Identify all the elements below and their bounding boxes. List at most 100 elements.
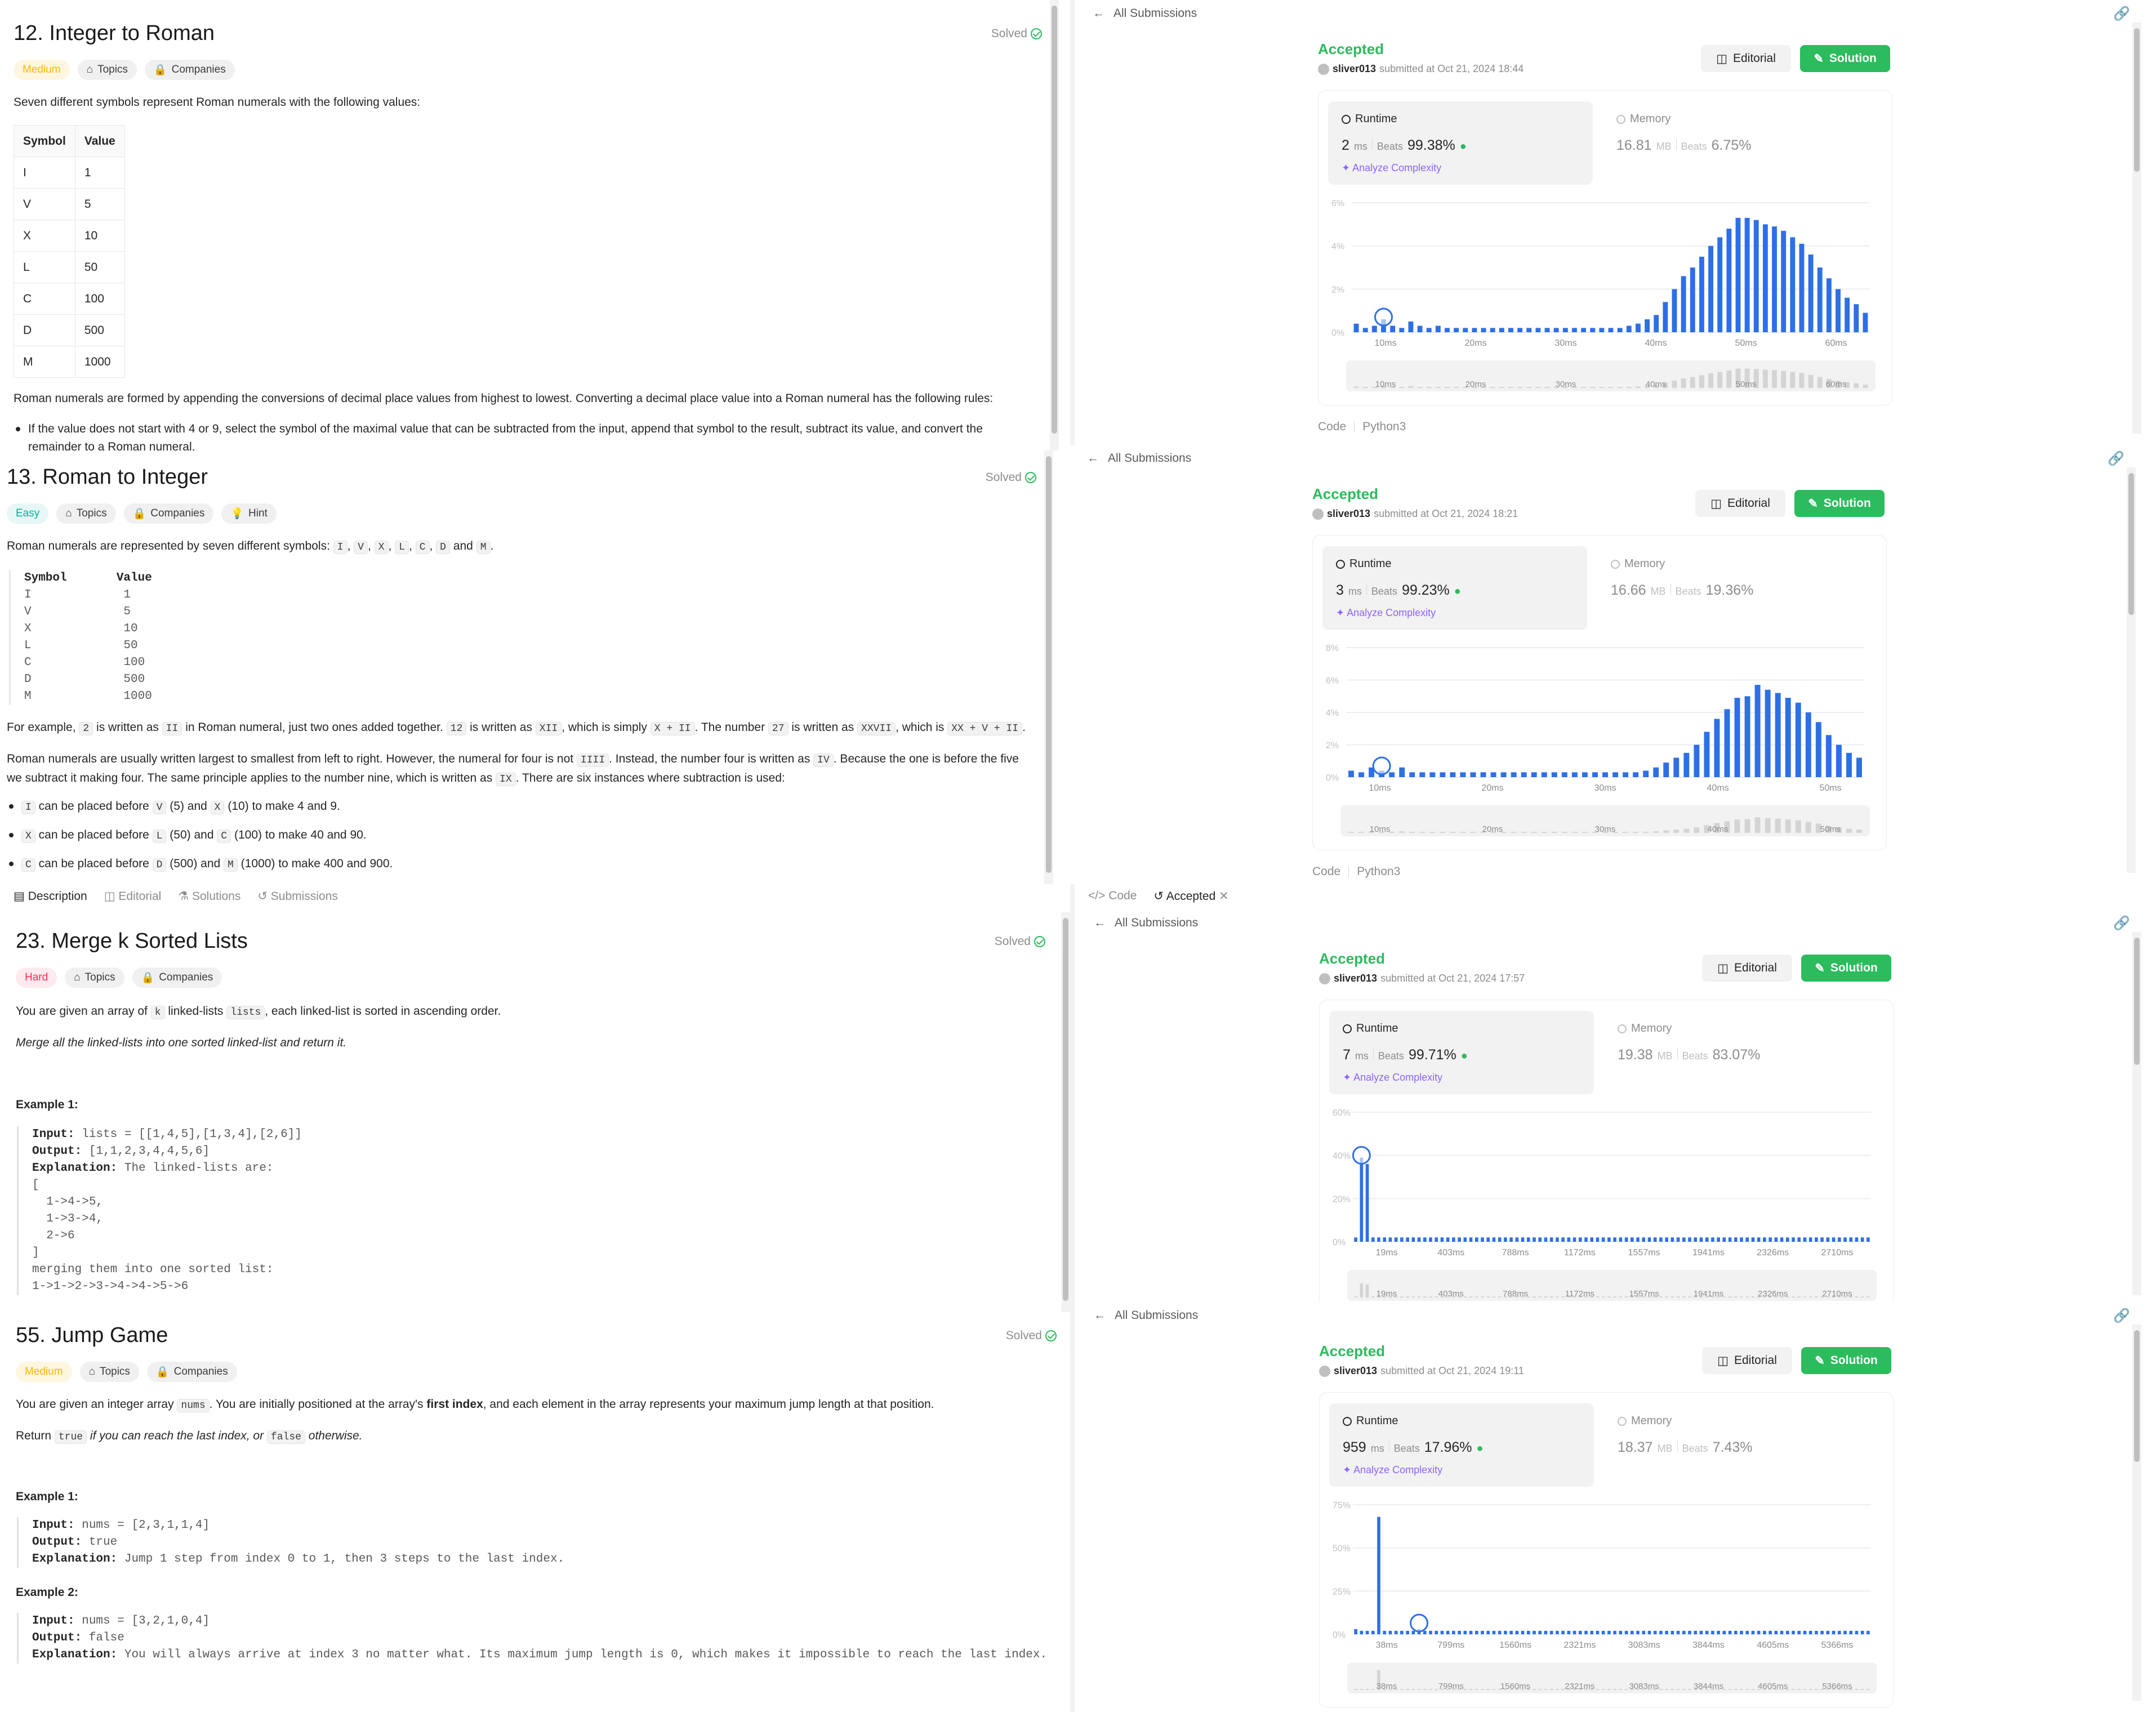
scrollbar[interactable] <box>2132 23 2141 434</box>
chart-bar <box>1808 255 1814 332</box>
chart-bar <box>1785 1630 1789 1634</box>
chart-bar <box>1498 1237 1502 1242</box>
chart-bar <box>1863 313 1868 332</box>
navigator-bar <box>1867 1689 1870 1690</box>
chart-bar <box>1642 1237 1646 1242</box>
link-icon[interactable]: 🔗 <box>2113 915 2130 931</box>
chart-bar <box>1825 735 1832 777</box>
scrollbar[interactable] <box>2132 1325 2141 1701</box>
memory-label[interactable]: Memory <box>1616 113 1671 126</box>
analyze-complexity-link[interactable]: ✦ Analyze Complexity <box>1342 162 1441 174</box>
navigator-bar <box>1751 1689 1755 1690</box>
close-icon[interactable]: ✕ <box>1219 890 1229 903</box>
companies-tag[interactable]: 🔒 Companies <box>132 968 222 988</box>
tab-editorial[interactable]: ◫ Editorial <box>104 889 162 903</box>
topics-tag[interactable]: ⌂ Topics <box>77 60 137 80</box>
chart-bar <box>1694 1630 1698 1634</box>
scrollbar[interactable] <box>2127 467 2136 873</box>
editorial-button[interactable]: ◫ Editorial <box>1702 1347 1792 1374</box>
scrollbar[interactable] <box>1050 0 1059 451</box>
runtime-distribution-chart[interactable]: 60% 40% 20% 0% 19ms 403ms 788ms 1172ms 1557ms 194… <box>1325 1101 1888 1304</box>
tab-accepted[interactable]: ↺ Accepted ✕ <box>1153 889 1228 903</box>
editorial-button[interactable]: ◫ Editorial <box>1695 490 1785 517</box>
chart-bar <box>1653 1630 1657 1634</box>
my-submission-marker <box>1352 1146 1371 1165</box>
chart-bar <box>1826 1237 1830 1242</box>
chart-bar <box>1797 1237 1801 1242</box>
chart-bar <box>1584 1237 1588 1242</box>
check-icon <box>1025 472 1036 483</box>
navigator-tick-label: 10ms <box>1370 824 1391 834</box>
scrollbar[interactable] <box>1044 451 1053 884</box>
topics-tag[interactable]: ⌂ Topics <box>65 968 124 988</box>
companies-tag[interactable]: 🔒 Companies <box>146 1362 237 1382</box>
navigator-bar <box>1624 1296 1628 1298</box>
navigator-bar <box>1544 1689 1548 1690</box>
chart-bar <box>1390 326 1396 332</box>
analyze-complexity-link[interactable]: ✦ Analyze Complexity <box>1343 1072 1442 1084</box>
subtraction-list: I can be placed before V (5) and X (10) … <box>7 797 1036 884</box>
memory-label[interactable]: Memory <box>1618 1022 1672 1035</box>
companies-tag[interactable]: 🔒 Companies <box>123 503 214 524</box>
navigator-bar <box>1409 832 1415 833</box>
navigator-bar <box>1469 1689 1473 1690</box>
navigator-bar <box>1672 381 1677 388</box>
chart-bar <box>1531 772 1537 777</box>
difficulty-badge[interactable]: Medium <box>16 1362 72 1382</box>
chart-bar <box>1348 770 1354 777</box>
solution-button[interactable]: ✎ Solution <box>1794 490 1885 517</box>
chart-bar <box>1533 1237 1536 1242</box>
analyze-complexity-link[interactable]: ✦ Analyze Complexity <box>1336 607 1436 619</box>
link-icon[interactable]: 🔗 <box>2113 6 2130 22</box>
chart-bar <box>1561 1630 1565 1634</box>
analyze-complexity-link[interactable]: ✦ Analyze Complexity <box>1343 1464 1442 1476</box>
all-submissions-link[interactable]: ← All Submissions <box>1094 916 1198 930</box>
all-submissions-link[interactable]: ← All Submissions <box>1087 452 1191 465</box>
scrollbar[interactable] <box>1061 912 1070 1312</box>
all-submissions-link[interactable]: ← All Submissions <box>1094 1309 1198 1322</box>
difficulty-badge[interactable]: Hard <box>16 968 57 988</box>
chart-bar <box>1481 1237 1484 1242</box>
editorial-button[interactable]: ◫ Editorial <box>1702 955 1792 982</box>
navigator-bar <box>1726 370 1732 388</box>
task-text: Return true if you can reach the last in… <box>16 1429 363 1444</box>
topics-tag[interactable]: ⌂ Topics <box>79 1362 139 1382</box>
tab-solutions[interactable]: ⚗ Solutions <box>178 889 240 903</box>
hint-tag[interactable]: 💡 Hint <box>221 503 277 524</box>
memory-label[interactable]: Memory <box>1611 558 1665 570</box>
chart-bar <box>1699 1630 1703 1634</box>
solution-button[interactable]: ✎ Solution <box>1801 955 1891 982</box>
tab-description[interactable]: ▤ Description <box>14 889 87 903</box>
navigator-bar <box>1538 1689 1542 1690</box>
navigator-tick-label: 40ms <box>1646 380 1667 389</box>
solution-button[interactable]: ✎ Solution <box>1801 1347 1891 1374</box>
chart-bar <box>1573 1630 1576 1634</box>
link-icon[interactable]: 🔗 <box>2108 451 2124 467</box>
navigator-bar <box>1626 387 1632 388</box>
navigator-bar <box>1772 370 1777 388</box>
my-submission-marker <box>1410 1613 1429 1633</box>
editorial-button[interactable]: ◫ Editorial <box>1701 45 1791 72</box>
topics-tag[interactable]: ⌂ Topics <box>56 503 116 524</box>
chart-bar <box>1690 268 1695 332</box>
chart-bar <box>1753 220 1759 332</box>
navigator-bar <box>1762 369 1768 388</box>
navigator-tick-label: 30ms <box>1556 380 1576 389</box>
all-submissions-link[interactable]: ← All Submissions <box>1093 7 1197 20</box>
solution-button[interactable]: ✎ Solution <box>1800 45 1890 72</box>
runtime-distribution-chart[interactable]: 75% 50% 25% 0% 38ms 799ms 1560ms 2321ms 3083ms 38… <box>1325 1493 1888 1696</box>
scrollbar[interactable] <box>2132 932 2141 1295</box>
difficulty-badge[interactable]: Medium <box>14 60 70 80</box>
companies-tag[interactable]: 🔒 Companies <box>144 60 235 80</box>
tab-submissions[interactable]: ↺ Submissions <box>257 889 338 903</box>
runtime-distribution-chart[interactable]: 6% 4% 2% 0% 10ms 20ms 30ms 40ms 50ms 60ms 10ms 20ms… <box>1324 191 1887 394</box>
navigator-tick-label: 19ms <box>1377 1289 1397 1299</box>
navigator-bar <box>1860 1296 1864 1298</box>
link-icon[interactable]: 🔗 <box>2113 1308 2130 1324</box>
memory-label[interactable]: Memory <box>1618 1415 1672 1428</box>
navigator-tick-label: 50ms <box>1736 380 1757 389</box>
chart-bar <box>1619 1630 1623 1634</box>
tab-code[interactable]: </> Code <box>1088 889 1137 903</box>
difficulty-badge[interactable]: Easy <box>7 503 49 524</box>
runtime-distribution-chart[interactable]: 8% 6% 4% 2% 0% 10ms 20ms 30ms 40ms 50ms 10ms 20ms 30… <box>1318 636 1881 839</box>
